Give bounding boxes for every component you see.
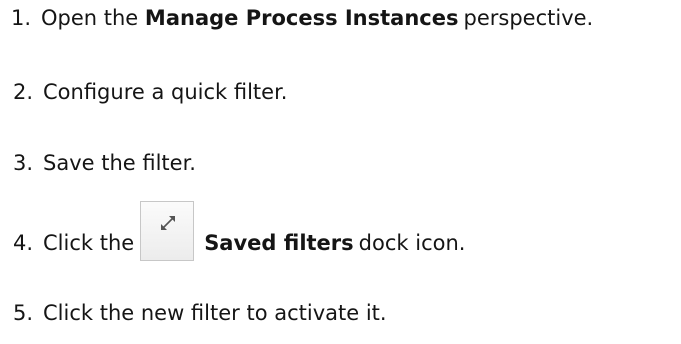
step-number: 2.: [12, 80, 33, 104]
step-2: 2. Configure a quick filter.: [0, 77, 288, 107]
step-text-after: dock icon.: [358, 231, 466, 255]
step-number: 3.: [12, 151, 33, 175]
step-text-before: Open the: [41, 6, 139, 30]
expand-arrows-glyph: [161, 216, 176, 230]
step-text-after: perspective.: [463, 6, 594, 30]
step-text: Open the Manage Process Instances perspec…: [41, 3, 593, 33]
step-number: 1.: [10, 6, 31, 30]
expand-arrows-icon: [140, 201, 195, 261]
instruction-list: 1. Open the Manage Process Instances pers…: [0, 0, 681, 344]
step-3: 3. Save the filter.: [0, 148, 196, 178]
step-5: 5. Click the new filter to activate it.: [0, 298, 387, 328]
step-text: Click the new filter to activate it.: [43, 301, 387, 325]
perspective-name: Manage Process Instances: [144, 6, 459, 30]
step-text: Save the filter.: [43, 151, 196, 175]
step-number: 5.: [12, 301, 33, 325]
step-text-before: Click the: [43, 231, 135, 255]
step-text: Configure a quick filter.: [43, 80, 288, 104]
step-1: 1. Open the Manage Process Instances pers…: [0, 3, 593, 33]
step-text: Click the: [43, 228, 134, 258]
saved-filters-label: Saved filters: [204, 231, 354, 255]
step-4: 4. Click the Saved filters dock icon.: [0, 201, 466, 261]
step-number: 4.: [12, 231, 33, 255]
